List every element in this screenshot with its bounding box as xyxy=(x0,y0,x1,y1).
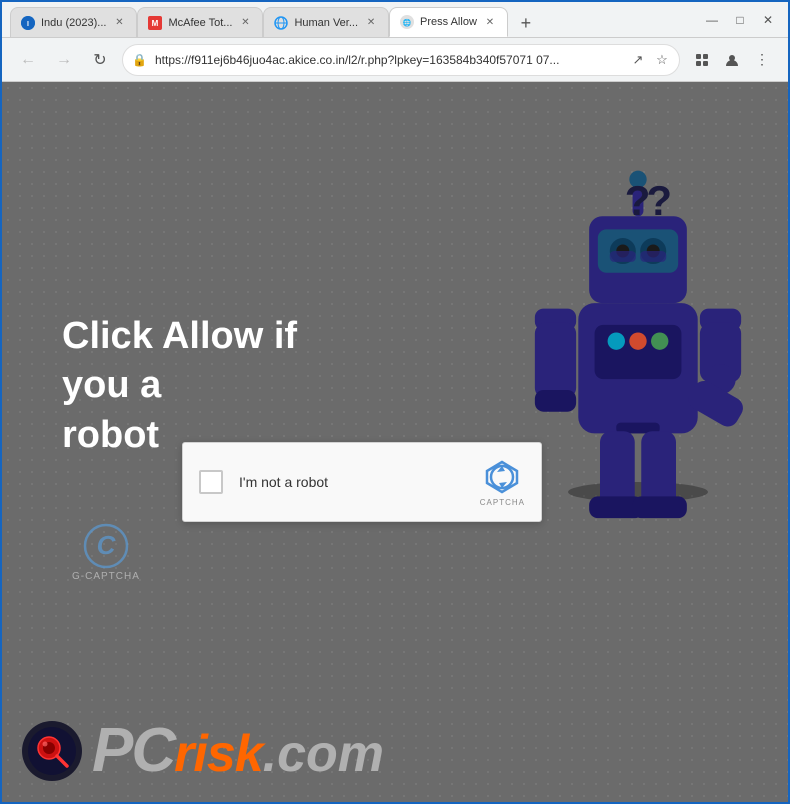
new-tab-button[interactable]: + xyxy=(512,9,540,37)
address-url[interactable]: https://f911ej6b46juo4ac.akice.co.in/l2/… xyxy=(122,44,680,76)
svg-text:🌐: 🌐 xyxy=(403,18,412,27)
tab-favicon-press: 🌐 xyxy=(400,15,414,29)
refresh-button[interactable]: ↻ xyxy=(86,46,114,74)
browser-actions: ⋮ xyxy=(688,46,776,74)
tabs-area: I Indu (2023)... ✕ M McAfee Tot... ✕ Hum… xyxy=(10,2,692,37)
svg-text:I: I xyxy=(27,21,29,28)
tab-close-human[interactable]: ✕ xyxy=(364,16,378,30)
gcaptcha-logo: C G-CAPTCHA xyxy=(72,521,140,582)
address-input-wrapper: 🔒 https://f911ej6b46juo4ac.akice.co.in/l… xyxy=(122,44,680,76)
main-text-line1: Click Allow if xyxy=(62,312,297,361)
pcrisk-com-text: .com xyxy=(263,728,384,780)
svg-text:C: C xyxy=(97,530,117,560)
captcha-widget: I'm not a robot CAPTCHA xyxy=(182,442,542,522)
pcrisk-risk-text: risk xyxy=(174,728,263,780)
tab-label-indu: Indu (2023)... xyxy=(41,17,106,29)
captcha-checkbox[interactable] xyxy=(199,470,223,494)
tab-label-mcafee: McAfee Tot... xyxy=(168,17,232,29)
captcha-branding-text: CAPTCHA xyxy=(480,498,525,507)
tab-favicon-indu: I xyxy=(21,16,35,30)
tab-label-press: Press Allow xyxy=(420,16,477,28)
tab-press-allow[interactable]: 🌐 Press Allow ✕ xyxy=(389,7,508,37)
lock-icon: 🔒 xyxy=(132,53,147,67)
minimize-button[interactable]: — xyxy=(700,8,724,32)
captcha-logo-area: CAPTCHA xyxy=(480,458,525,507)
extensions-button[interactable] xyxy=(688,46,716,74)
recaptcha-icon xyxy=(483,458,521,496)
main-heading: Click Allow if you a robot xyxy=(62,312,297,460)
share-icon[interactable]: ↗ xyxy=(628,50,648,70)
tab-mcafee[interactable]: M McAfee Tot... ✕ xyxy=(137,7,263,37)
gcaptcha-icon-container: C xyxy=(81,521,131,571)
tab-favicon-globe xyxy=(274,16,288,30)
main-text-line2: you a xyxy=(62,361,297,410)
forward-button[interactable]: → xyxy=(50,46,78,74)
tab-close-press[interactable]: ✕ xyxy=(483,15,497,29)
tab-label-human: Human Ver... xyxy=(294,17,358,29)
window-controls: — □ ✕ xyxy=(700,8,780,32)
profile-button[interactable] xyxy=(718,46,746,74)
browser-window: I Indu (2023)... ✕ M McAfee Tot... ✕ Hum… xyxy=(0,0,790,804)
tab-indu[interactable]: I Indu (2023)... ✕ xyxy=(10,7,137,37)
pcrisk-logo-icon xyxy=(22,721,82,781)
menu-button[interactable]: ⋮ xyxy=(748,46,776,74)
address-bar: ← → ↻ 🔒 https://f911ej6b46juo4ac.akice.c… xyxy=(2,38,788,82)
maximize-button[interactable]: □ xyxy=(728,8,752,32)
pcrisk-pc-text: PC xyxy=(92,720,174,782)
captcha-label: I'm not a robot xyxy=(223,474,480,490)
address-actions: ↗ ☆ xyxy=(628,50,672,70)
close-button[interactable]: ✕ xyxy=(756,8,780,32)
tab-human[interactable]: Human Ver... ✕ xyxy=(263,7,389,37)
back-button[interactable]: ← xyxy=(14,46,42,74)
pcrisk-text-group: PC risk .com xyxy=(92,720,384,782)
tab-close-indu[interactable]: ✕ xyxy=(112,16,126,30)
gcaptcha-label: G-CAPTCHA xyxy=(72,571,140,582)
title-bar: I Indu (2023)... ✕ M McAfee Tot... ✕ Hum… xyxy=(2,2,788,38)
question-marks: ?? xyxy=(625,177,668,225)
page-content: ?? xyxy=(2,82,788,802)
svg-text:M: M xyxy=(152,19,159,28)
pcrisk-branding: PC risk .com xyxy=(22,720,384,782)
tab-close-mcafee[interactable]: ✕ xyxy=(238,16,252,30)
tab-favicon-mcafee: M xyxy=(148,16,162,30)
bookmark-icon[interactable]: ☆ xyxy=(652,50,672,70)
